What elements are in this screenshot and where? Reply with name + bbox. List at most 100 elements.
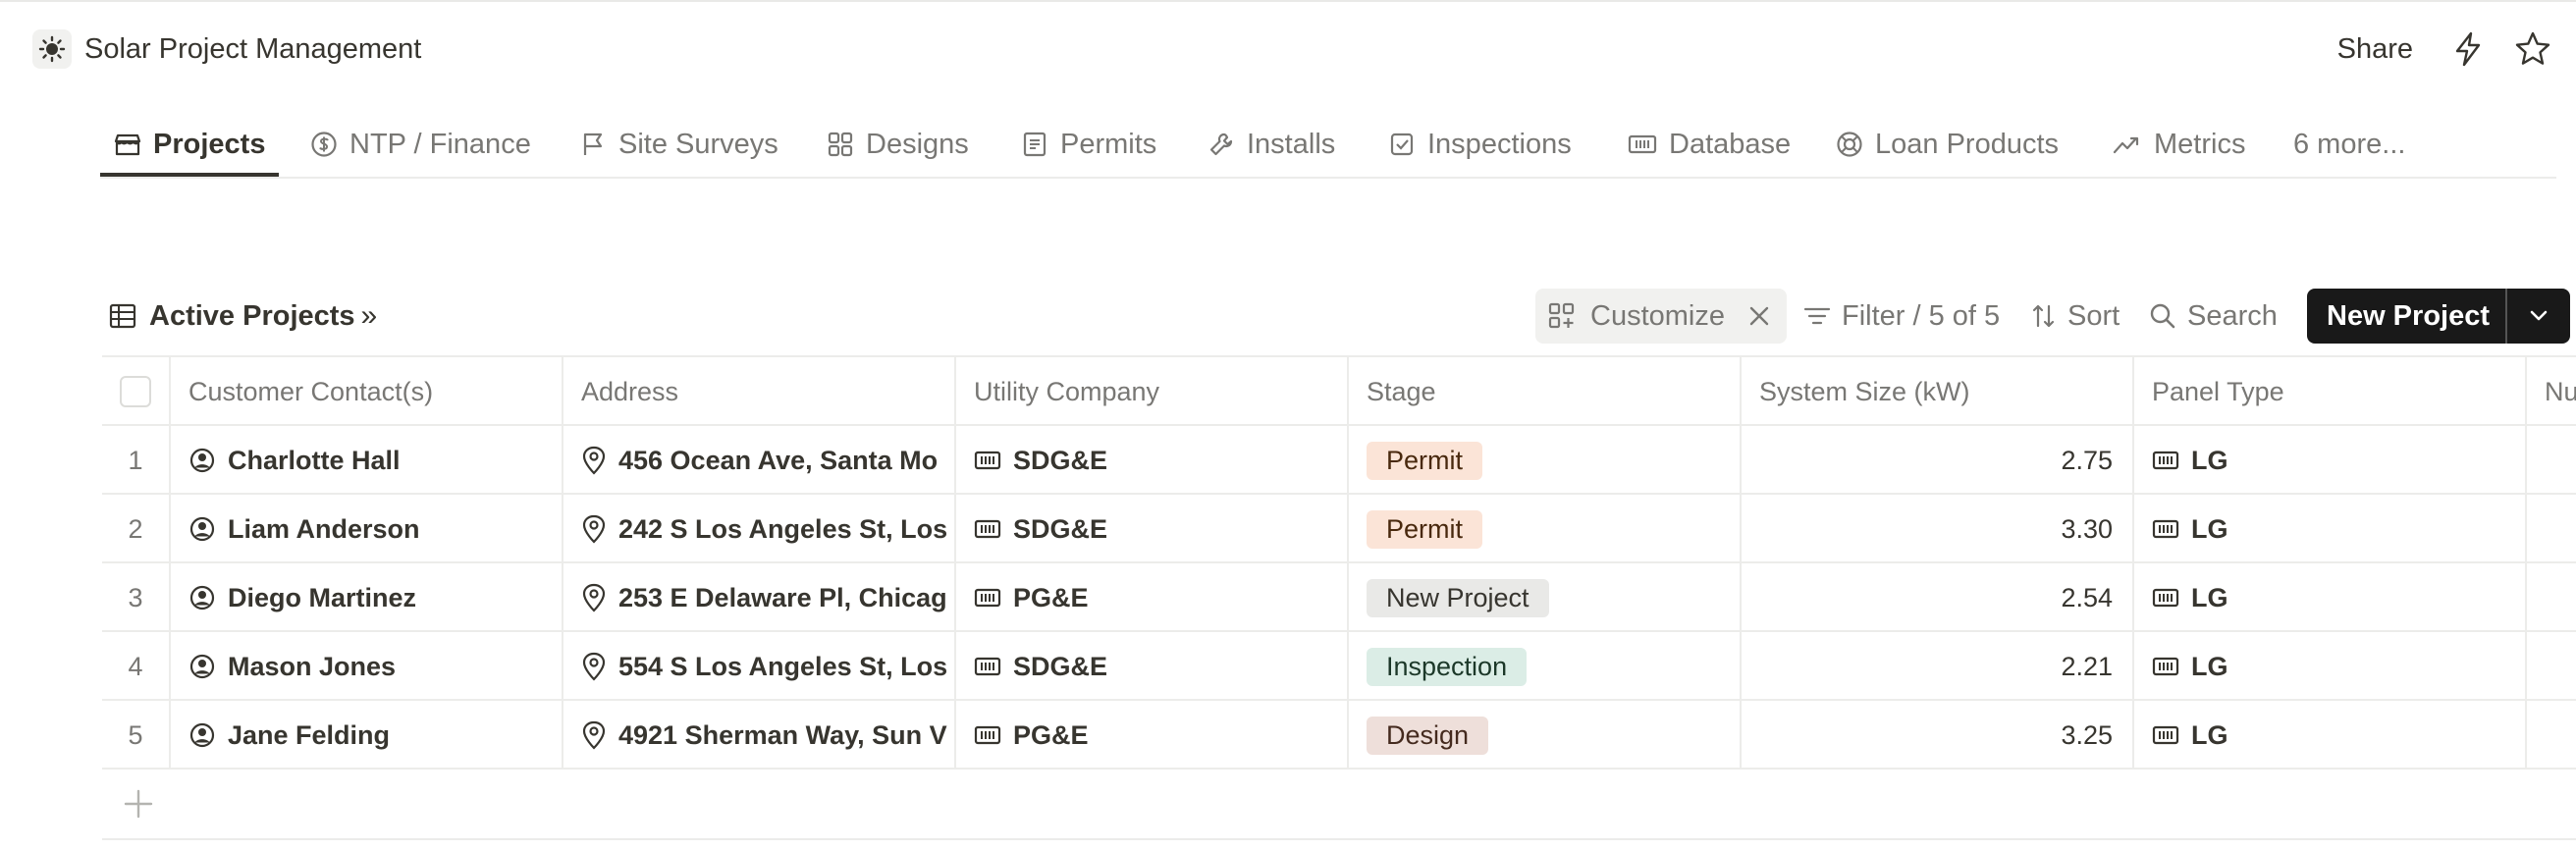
system-size-cell[interactable]: 2.54 — [1740, 563, 2132, 632]
tab-designs[interactable]: Designs — [827, 114, 969, 175]
share-button[interactable]: Share — [2337, 33, 2413, 66]
table-row[interactable]: 3 Diego Martinez 253 E Delaware Pl, Chic… — [102, 561, 2576, 632]
overflow-cell[interactable] — [2525, 495, 2576, 563]
panel-icon — [974, 725, 1001, 745]
utility-cell[interactable]: SDG&E — [954, 632, 1347, 701]
address-cell[interactable]: 253 E Delaware Pl, Chicag — [562, 563, 954, 632]
table-row[interactable]: 4 Mason Jones 554 S Los Angeles St, Los … — [102, 630, 2576, 701]
row-number: 1 — [128, 445, 143, 475]
tab-projects[interactable]: Projects — [114, 114, 265, 175]
tab-database[interactable]: Database — [1628, 114, 1791, 175]
tab-permits[interactable]: Permits — [1021, 114, 1156, 175]
panel-type-cell[interactable]: LG — [2132, 632, 2525, 701]
column-header[interactable]: Stage — [1347, 357, 1740, 426]
plus-icon[interactable] — [116, 781, 161, 826]
overflow-cell[interactable] — [2525, 563, 2576, 632]
lightning-icon[interactable] — [2446, 27, 2490, 71]
overflow-cell[interactable] — [2525, 632, 2576, 701]
column-header[interactable]: System Size (kW) — [1740, 357, 2132, 426]
sort-button[interactable]: Sort — [2030, 287, 2120, 345]
address-text: 4921 Sherman Way, Sun V — [618, 719, 947, 750]
contact-cell[interactable]: Diego Martinez — [169, 563, 562, 632]
column-header[interactable]: Utility Company — [954, 357, 1347, 426]
address-cell[interactable]: 4921 Sherman Way, Sun V — [562, 701, 954, 770]
tab-bar: Projects NTP / Finance Site Surveys Desi… — [100, 114, 2556, 179]
panel-type-cell[interactable]: LG — [2132, 701, 2525, 770]
location-pin-icon — [582, 514, 606, 544]
stage-cell[interactable]: New Project — [1347, 563, 1740, 632]
sun-icon[interactable] — [32, 29, 72, 69]
new-project-button[interactable]: New Project — [2307, 289, 2570, 344]
tab-label: Projects — [153, 128, 266, 160]
stage-cell[interactable]: Permit — [1347, 495, 1740, 563]
utility-cell[interactable]: PG&E — [954, 563, 1347, 632]
table-row[interactable]: 5 Jane Felding 4921 Sherman Way, Sun V P… — [102, 699, 2576, 770]
stage-cell[interactable]: Design — [1347, 701, 1740, 770]
panel-icon — [974, 519, 1001, 539]
location-pin-icon — [582, 652, 606, 681]
customize-button[interactable]: Customize — [1535, 289, 1787, 344]
utility-text: PG&E — [1013, 719, 1089, 750]
page-title[interactable]: Solar Project Management — [84, 29, 421, 69]
tab-installs[interactable]: Installs — [1208, 114, 1335, 175]
address-cell[interactable]: 554 S Los Angeles St, Los — [562, 632, 954, 701]
chevron-down-icon[interactable] — [2507, 289, 2570, 344]
address-cell[interactable]: 242 S Los Angeles St, Los — [562, 495, 954, 563]
close-icon[interactable] — [1744, 300, 1775, 340]
system-size-cell[interactable]: 3.30 — [1740, 495, 2132, 563]
row-number: 4 — [128, 651, 143, 681]
stage-cell[interactable]: Permit — [1347, 426, 1740, 495]
overflow-cell[interactable] — [2525, 426, 2576, 495]
panel-type-text: LG — [2191, 445, 2228, 475]
trend-icon — [2113, 136, 2139, 154]
view-title: Active Projects — [149, 299, 355, 332]
contact-cell[interactable]: Liam Anderson — [169, 495, 562, 563]
table-row[interactable]: 1 Charlotte Hall 456 Ocean Ave, Santa Mo… — [102, 424, 2576, 495]
view-selector[interactable]: Active Projects » — [108, 287, 377, 345]
stage-badge: Permit — [1367, 509, 1483, 549]
system-size-cell[interactable]: 2.21 — [1740, 632, 2132, 701]
column-header[interactable]: Panel Type — [2132, 357, 2525, 426]
search-button[interactable]: Search — [2148, 287, 2278, 345]
utility-cell[interactable]: PG&E — [954, 701, 1347, 770]
sort-icon — [2032, 304, 2055, 328]
panel-type-cell[interactable]: LG — [2132, 563, 2525, 632]
contact-name: Jane Felding — [228, 719, 391, 750]
overflow-cell[interactable] — [2525, 701, 2576, 770]
utility-cell[interactable]: SDG&E — [954, 426, 1347, 495]
customize-icon — [1548, 302, 1575, 329]
panel-icon — [2152, 725, 2179, 745]
table-row[interactable]: 2 Liam Anderson 242 S Los Angeles St, Lo… — [102, 493, 2576, 563]
panel-type-cell[interactable]: LG — [2132, 426, 2525, 495]
tab-inspections[interactable]: Inspections — [1388, 114, 1572, 175]
person-circle-icon — [189, 585, 215, 611]
stage-badge: Permit — [1367, 441, 1483, 480]
tab-site-surveys[interactable]: Site Surveys — [579, 114, 778, 175]
double-chevron-right-icon[interactable]: » — [361, 299, 378, 333]
system-size-cell[interactable]: 2.75 — [1740, 426, 2132, 495]
select-all-checkbox[interactable] — [120, 376, 151, 407]
utility-cell[interactable]: SDG&E — [954, 495, 1347, 563]
system-size-cell[interactable]: 3.25 — [1740, 701, 2132, 770]
contact-cell[interactable]: Jane Felding — [169, 701, 562, 770]
tab-ntp-finance[interactable]: NTP / Finance — [310, 114, 531, 175]
column-header[interactable]: Nu — [2525, 357, 2576, 426]
more-tabs-button[interactable]: 6 more... — [2293, 114, 2405, 175]
address-cell[interactable]: 456 Ocean Ave, Santa Mo — [562, 426, 954, 495]
filter-button[interactable]: Filter / 5 of 5 — [1802, 287, 2000, 345]
wrench-icon — [1209, 133, 1233, 156]
tab-loan-products[interactable]: Loan Products — [1836, 114, 2059, 175]
column-header[interactable]: Address — [562, 357, 954, 426]
stage-cell[interactable]: Inspection — [1347, 632, 1740, 701]
star-icon[interactable] — [2511, 27, 2554, 71]
person-circle-icon — [189, 448, 215, 473]
contact-cell[interactable]: Charlotte Hall — [169, 426, 562, 495]
tab-metrics[interactable]: Metrics — [2113, 114, 2245, 175]
checkbox-icon — [1390, 133, 1414, 156]
column-header[interactable]: Customer Contact(s) — [169, 357, 562, 426]
panel-type-cell[interactable]: LG — [2132, 495, 2525, 563]
address-text: 242 S Los Angeles St, Los — [618, 513, 948, 544]
add-row-button[interactable] — [102, 768, 2576, 840]
panel-icon — [974, 451, 1001, 470]
contact-cell[interactable]: Mason Jones — [169, 632, 562, 701]
